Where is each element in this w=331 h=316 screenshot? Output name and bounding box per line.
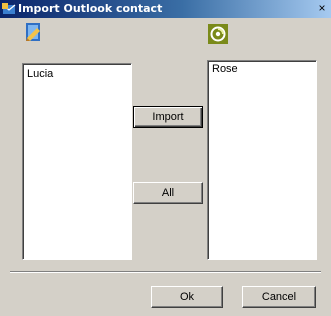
window-title: Import Outlook contact: [18, 2, 163, 15]
outlook-logo-icon: [26, 23, 40, 41]
app-logo-icon: [208, 24, 228, 44]
ok-button[interactable]: Ok: [151, 286, 223, 308]
cancel-button[interactable]: Cancel: [242, 286, 316, 308]
title-bar[interactable]: Import Outlook contact ×: [0, 0, 331, 18]
outlook-icon: [2, 3, 16, 14]
import-button[interactable]: Import: [133, 106, 203, 128]
outlook-contacts-list[interactable]: Lucia: [22, 63, 132, 260]
imported-contacts-list[interactable]: Rose: [207, 60, 317, 260]
import-outlook-contact-dialog: Import Outlook contact × Lucia Rose Impo…: [0, 0, 331, 316]
all-button[interactable]: All: [133, 182, 203, 204]
list-item[interactable]: Lucia: [27, 68, 53, 80]
separator: [10, 271, 321, 273]
close-button[interactable]: ×: [315, 2, 329, 15]
list-item[interactable]: Rose: [212, 63, 238, 75]
